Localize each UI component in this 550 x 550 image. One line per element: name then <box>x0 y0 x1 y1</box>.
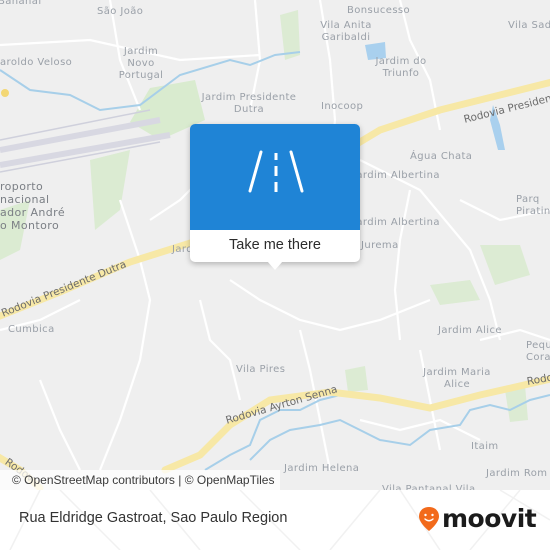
place-label-bananal: Bananal <box>0 0 42 7</box>
park-area <box>430 280 480 305</box>
place-label-parque-piratininga: Parq Piratin <box>516 194 550 217</box>
place-label-aeroporto: roporto nacional ador André o Montoro <box>0 180 65 232</box>
destination-popup[interactable]: Take me there <box>190 124 360 270</box>
place-label-inocoop: Inocoop <box>321 101 364 112</box>
place-label-jardim-alice: Jardim Alice <box>438 325 502 336</box>
place-label-vila-pires: Vila Pires <box>236 364 286 375</box>
moovit-wordmark: moovit <box>442 504 537 533</box>
place-label-jardim-presidente-dutra: Jardim Presidente Dutra <box>201 92 297 115</box>
location-address: Rua Eldridge Gastroat, Sao Paulo Region <box>19 510 288 526</box>
place-label-jardim-do-triunfo: Jardim do Triunfo <box>375 56 427 79</box>
place-label-jardim-albertina-2: Jardim Albertina <box>353 217 440 228</box>
popup-card: Take me there <box>190 124 360 262</box>
place-label-bonsucesso: Bonsucesso <box>347 5 411 16</box>
popup-banner <box>190 124 360 230</box>
map-attribution[interactable]: © OpenStreetMap contributors | © OpenMap… <box>0 470 281 490</box>
map-view[interactable]: Bananal São João Bonsucesso Vila Anita G… <box>0 0 550 490</box>
place-label-agua-chata: Água Chata <box>410 151 473 162</box>
park-area <box>480 245 530 285</box>
highway-ayrton-senna <box>161 375 550 474</box>
place-label-jardim-maria-alice: Jardim Maria Alice <box>423 367 491 390</box>
place-label-jardim-novo-portugal: Jardim Novo Portugal <box>118 46 164 81</box>
moovit-pin-icon <box>419 507 439 531</box>
place-label-jurema: Jurema <box>361 240 399 251</box>
place-label-jardim-romano: Jardim Rom <box>486 468 548 479</box>
moovit-logo[interactable]: moovit <box>418 504 537 534</box>
place-label-itaim: Itaim <box>471 441 499 452</box>
place-label-cumbica: Cumbica <box>8 324 55 335</box>
popup-pointer <box>267 261 283 270</box>
place-label-jardim-albertina-1: Jardim Albertina <box>353 170 440 181</box>
place-label-haroldo-veloso: aroldo Veloso <box>0 57 73 68</box>
place-label-sao-joao: São João <box>97 6 144 17</box>
place-label-vila-sa: Vila Sad <box>508 20 550 31</box>
take-me-there-button[interactable]: Take me there <box>190 230 360 262</box>
footer-bar: Rua Eldridge Gastroat, Sao Paulo Region … <box>0 490 550 550</box>
place-label-pequeno-coracao: Pequ Cora <box>526 340 550 363</box>
road-icon <box>248 150 304 193</box>
park-area <box>345 366 368 392</box>
place-label-jardim-helena: Jardim Helena <box>284 463 360 474</box>
place-label-vila-anita-garibaldi: Vila Anita Garibaldi <box>320 20 372 43</box>
park-area <box>90 150 130 230</box>
